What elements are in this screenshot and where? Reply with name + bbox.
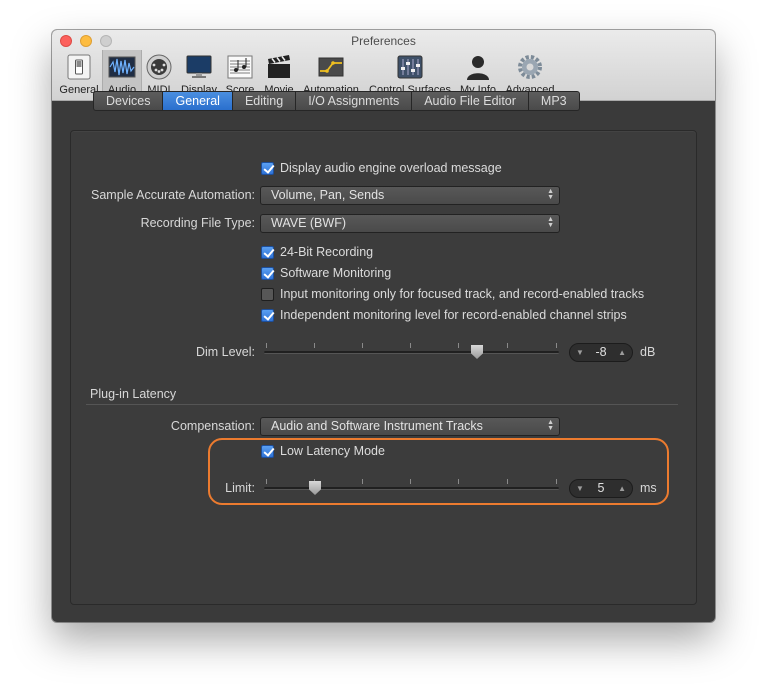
compensation-popup[interactable]: Audio and Software Instrument Tracks ▲ ▼	[260, 417, 560, 436]
dim-level-slider[interactable]	[264, 351, 559, 354]
recording-file-type-label: Recording File Type:	[140, 216, 255, 230]
sample-accurate-automation-label: Sample Accurate Automation:	[91, 188, 255, 202]
slider-tick	[458, 343, 459, 348]
window-title: Preferences	[351, 34, 416, 48]
decrement-icon[interactable]: ▼	[576, 344, 584, 361]
tab-io-assignments[interactable]: I/O Assignments	[296, 91, 413, 111]
software-monitoring-checkbox[interactable]: Software Monitoring	[261, 265, 391, 281]
input-monitoring-checkbox[interactable]: Input monitoring only for focused track,…	[261, 286, 644, 302]
person-icon	[467, 56, 489, 80]
slider-tick	[556, 343, 557, 348]
overload-message-checkbox[interactable]: Display audio engine overload message	[261, 160, 502, 176]
sheet-music-icon	[227, 55, 253, 79]
preferences-window: Preferences General Audio MIDI Display S…	[52, 30, 715, 622]
checkbox-box[interactable]	[261, 266, 274, 280]
tab-devices[interactable]: Devices	[93, 91, 164, 111]
annotation-highlight	[208, 438, 669, 505]
popup-arrows-icon: ▲ ▼	[547, 419, 554, 432]
checkbox-box[interactable]	[261, 308, 274, 322]
recording-file-type-popup[interactable]: WAVE (BWF) ▲ ▼	[260, 214, 560, 233]
mixer-faders-icon	[397, 55, 423, 79]
clapperboard-icon	[268, 55, 290, 78]
section-divider	[86, 404, 678, 405]
popup-arrows-icon: ▲ ▼	[547, 216, 554, 229]
compensation-label: Compensation:	[170, 419, 255, 433]
tab-audio-file-editor[interactable]: Audio File Editor	[412, 91, 529, 111]
dim-level-label: Dim Level:	[195, 345, 255, 359]
slider-tick	[266, 343, 267, 348]
waveform-icon	[108, 56, 136, 78]
tab-mp3[interactable]: MP3	[528, 91, 580, 111]
popup-arrows-icon: ▲ ▼	[547, 188, 554, 201]
automation-curve-icon	[318, 57, 344, 77]
slider-tick	[410, 343, 411, 348]
increment-icon[interactable]: ▲	[618, 344, 626, 361]
midi-connector-icon	[146, 54, 172, 80]
monitor-icon	[186, 55, 212, 78]
slider-tick	[314, 343, 315, 348]
slider-tick	[507, 343, 508, 348]
gear-icon	[518, 55, 542, 79]
plugin-latency-heading: Plug-in Latency	[90, 387, 177, 401]
light-switch-icon	[67, 54, 91, 80]
checkbox-box[interactable]	[261, 287, 274, 301]
independent-monitoring-checkbox[interactable]: Independent monitoring level for record-…	[261, 307, 627, 323]
dim-level-unit: dB	[640, 345, 656, 359]
dim-level-stepper[interactable]: ▼ -8 ▲	[569, 343, 633, 362]
tab-bar: Devices General Editing I/O Assignments …	[93, 91, 580, 111]
tab-general[interactable]: General	[163, 91, 233, 111]
sample-accurate-automation-popup[interactable]: Volume, Pan, Sends ▲ ▼	[260, 186, 560, 205]
tab-editing[interactable]: Editing	[232, 91, 297, 111]
checkbox-box[interactable]	[261, 161, 274, 175]
bit24-recording-checkbox[interactable]: 24-Bit Recording	[261, 244, 373, 260]
slider-tick	[362, 343, 363, 348]
checkbox-box[interactable]	[261, 245, 274, 259]
